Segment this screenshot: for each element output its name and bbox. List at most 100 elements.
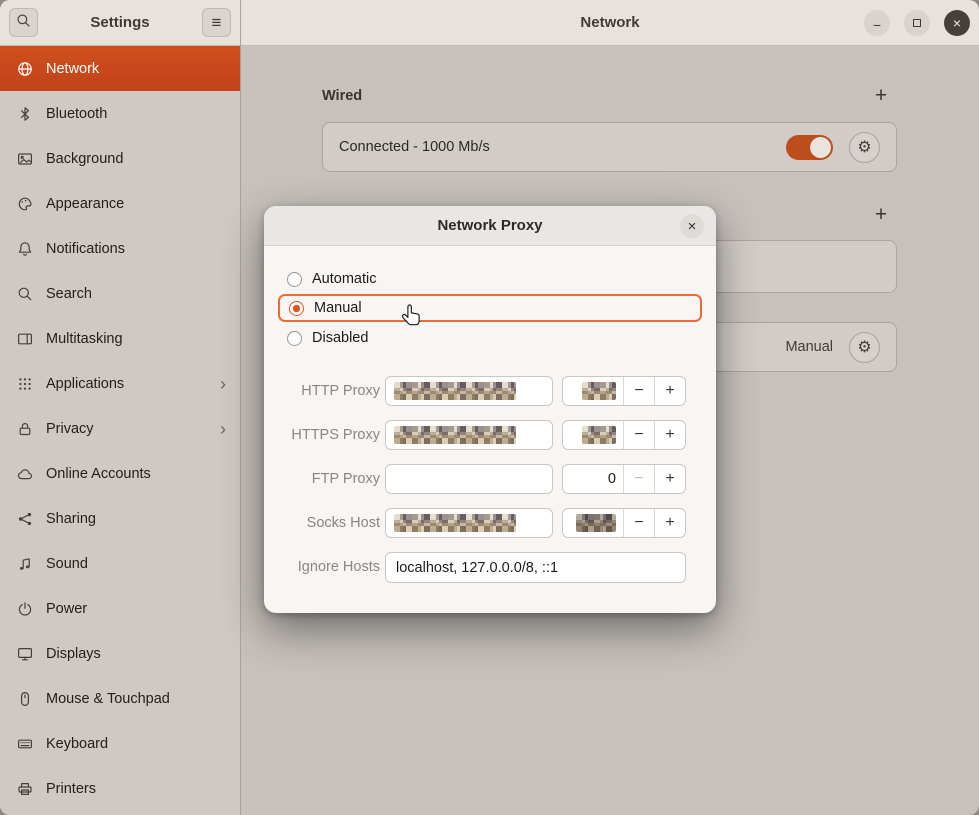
sidebar-item-sharing[interactable]: Sharing [0,496,240,541]
plus-icon: + [875,203,887,227]
sidebar-item-label: Multitasking [46,331,123,347]
http-proxy-input[interactable] [385,376,553,406]
ftp-port-spinner[interactable]: 0 − + [562,464,686,494]
http-port-value [563,377,623,405]
sidebar-item-displays[interactable]: Displays [0,631,240,676]
socks-host-label: Socks Host [278,508,380,538]
sidebar-item-label: Notifications [46,241,125,257]
sidebar-item-network[interactable]: Network [0,46,240,91]
sidebar-item-label: Keyboard [46,736,108,752]
sidebar-item-label: Sharing [46,511,96,527]
background-icon [17,151,33,167]
decrement-button[interactable]: − [624,509,654,537]
sidebar-item-printers[interactable]: Printers [0,766,240,811]
page-title: Network [580,14,639,31]
radio-unchecked-icon [287,331,302,346]
socks-port-spinner[interactable]: − + [562,508,686,538]
power-icon [17,601,33,617]
gear-icon: ⚙ [857,137,871,157]
sidebar-item-keyboard[interactable]: Keyboard [0,721,240,766]
increment-button[interactable]: + [655,377,685,405]
gear-icon: ⚙ [857,337,871,357]
sidebar-item-power[interactable]: Power [0,586,240,631]
option-label: Manual [314,300,362,316]
sidebar-item-applications[interactable]: Applications › [0,361,240,406]
applications-icon [17,376,33,392]
sidebar-item-mouse-touchpad[interactable]: Mouse & Touchpad [0,676,240,721]
search-item-icon [17,286,33,302]
proxy-option-manual[interactable]: Manual [278,294,702,322]
decrement-button[interactable]: − [624,377,654,405]
network-icon [17,61,33,77]
window-close-button[interactable]: × [944,10,970,36]
https-port-spinner[interactable]: − + [562,420,686,450]
sidebar-item-sound[interactable]: Sound [0,541,240,586]
sidebar-list: Network BluetoothBackground Appearance Noti… [0,46,240,815]
http-port-spinner[interactable]: − + [562,376,686,406]
mouse-icon [17,691,33,707]
wired-settings-button[interactable]: ⚙ [849,132,880,163]
https-port-value [563,421,623,449]
redacted-port-value [582,426,616,444]
ftp-proxy-label: FTP Proxy [278,464,380,494]
wired-connection-row: Connected - 1000 Mb/s ⚙ [322,122,897,172]
sidebar-item-search[interactable]: Search [0,271,240,316]
socks-host-input[interactable] [385,508,553,538]
chevron-right-icon: › [220,375,240,393]
https-proxy-label: HTTPS Proxy [278,420,380,450]
sidebar-item-label: Online Accounts [46,466,151,482]
search-button[interactable] [9,8,38,37]
decrement-button[interactable]: − [624,465,654,493]
redacted-host-value [394,426,516,444]
ftp-port-value: 0 [563,465,623,493]
increment-button[interactable]: + [655,421,685,449]
proxy-option-automatic[interactable]: Automatic [278,266,702,292]
search-icon [16,13,31,33]
sidebar-item-bluetooth[interactable]: Bluetooth [0,91,240,136]
network-proxy-dialog: Network Proxy × Automatic Manual Disable… [264,206,716,613]
increment-button[interactable]: + [655,465,685,493]
chevron-right-icon: › [220,420,240,438]
sidebar-item-label: Sound [46,556,88,572]
wired-section-title: Wired [322,88,362,104]
sidebar-item-label: Applications [46,376,124,392]
ftp-proxy-input[interactable] [385,464,553,494]
add-vpn-button[interactable]: + [867,201,895,229]
add-wired-button[interactable]: + [867,82,895,110]
dialog-close-button[interactable]: × [680,214,704,238]
sidebar-item-label: Power [46,601,87,617]
menu-button[interactable]: ≡ [202,8,231,37]
maximize-icon [913,19,921,27]
settings-window: Settings ≡ Network BluetoothBackground App… [0,0,979,815]
sidebar-item-label: Displays [46,646,101,662]
sidebar-item-notifications[interactable]: Notifications [0,226,240,271]
minimize-button[interactable]: − [864,10,890,36]
multitasking-icon [17,331,33,347]
sidebar-item-online-accounts[interactable]: Online Accounts [0,451,240,496]
sidebar-item-label: Network [46,61,99,77]
sidebar-item-background[interactable]: Background [0,136,240,181]
sidebar-item-label: Search [46,286,92,302]
redacted-port-value [582,382,616,400]
close-icon: × [953,15,961,31]
sidebar-item-label: Appearance [46,196,124,212]
sidebar-item-multitasking[interactable]: Multitasking [0,316,240,361]
proxy-option-disabled[interactable]: Disabled [278,325,702,351]
wired-toggle[interactable] [786,135,833,160]
sidebar-item-privacy[interactable]: Privacy › [0,406,240,451]
https-proxy-input[interactable] [385,420,553,450]
plus-icon: + [875,84,887,108]
notifications-icon [17,241,33,257]
sidebar-title: Settings [44,14,196,31]
redacted-port-value [576,514,616,532]
sidebar-headerbar: Settings ≡ [0,0,240,46]
ignore-hosts-input[interactable]: localhost, 127.0.0.0/8, ::1 [385,552,686,583]
maximize-button[interactable] [904,10,930,36]
ignore-hosts-label: Ignore Hosts [278,552,380,582]
increment-button[interactable]: + [655,509,685,537]
decrement-button[interactable]: − [624,421,654,449]
sidebar-item-label: Privacy [46,421,94,437]
sidebar-item-appearance[interactable]: Appearance [0,181,240,226]
proxy-settings-button[interactable]: ⚙ [849,332,880,363]
sidebar-item-label: Printers [46,781,96,797]
